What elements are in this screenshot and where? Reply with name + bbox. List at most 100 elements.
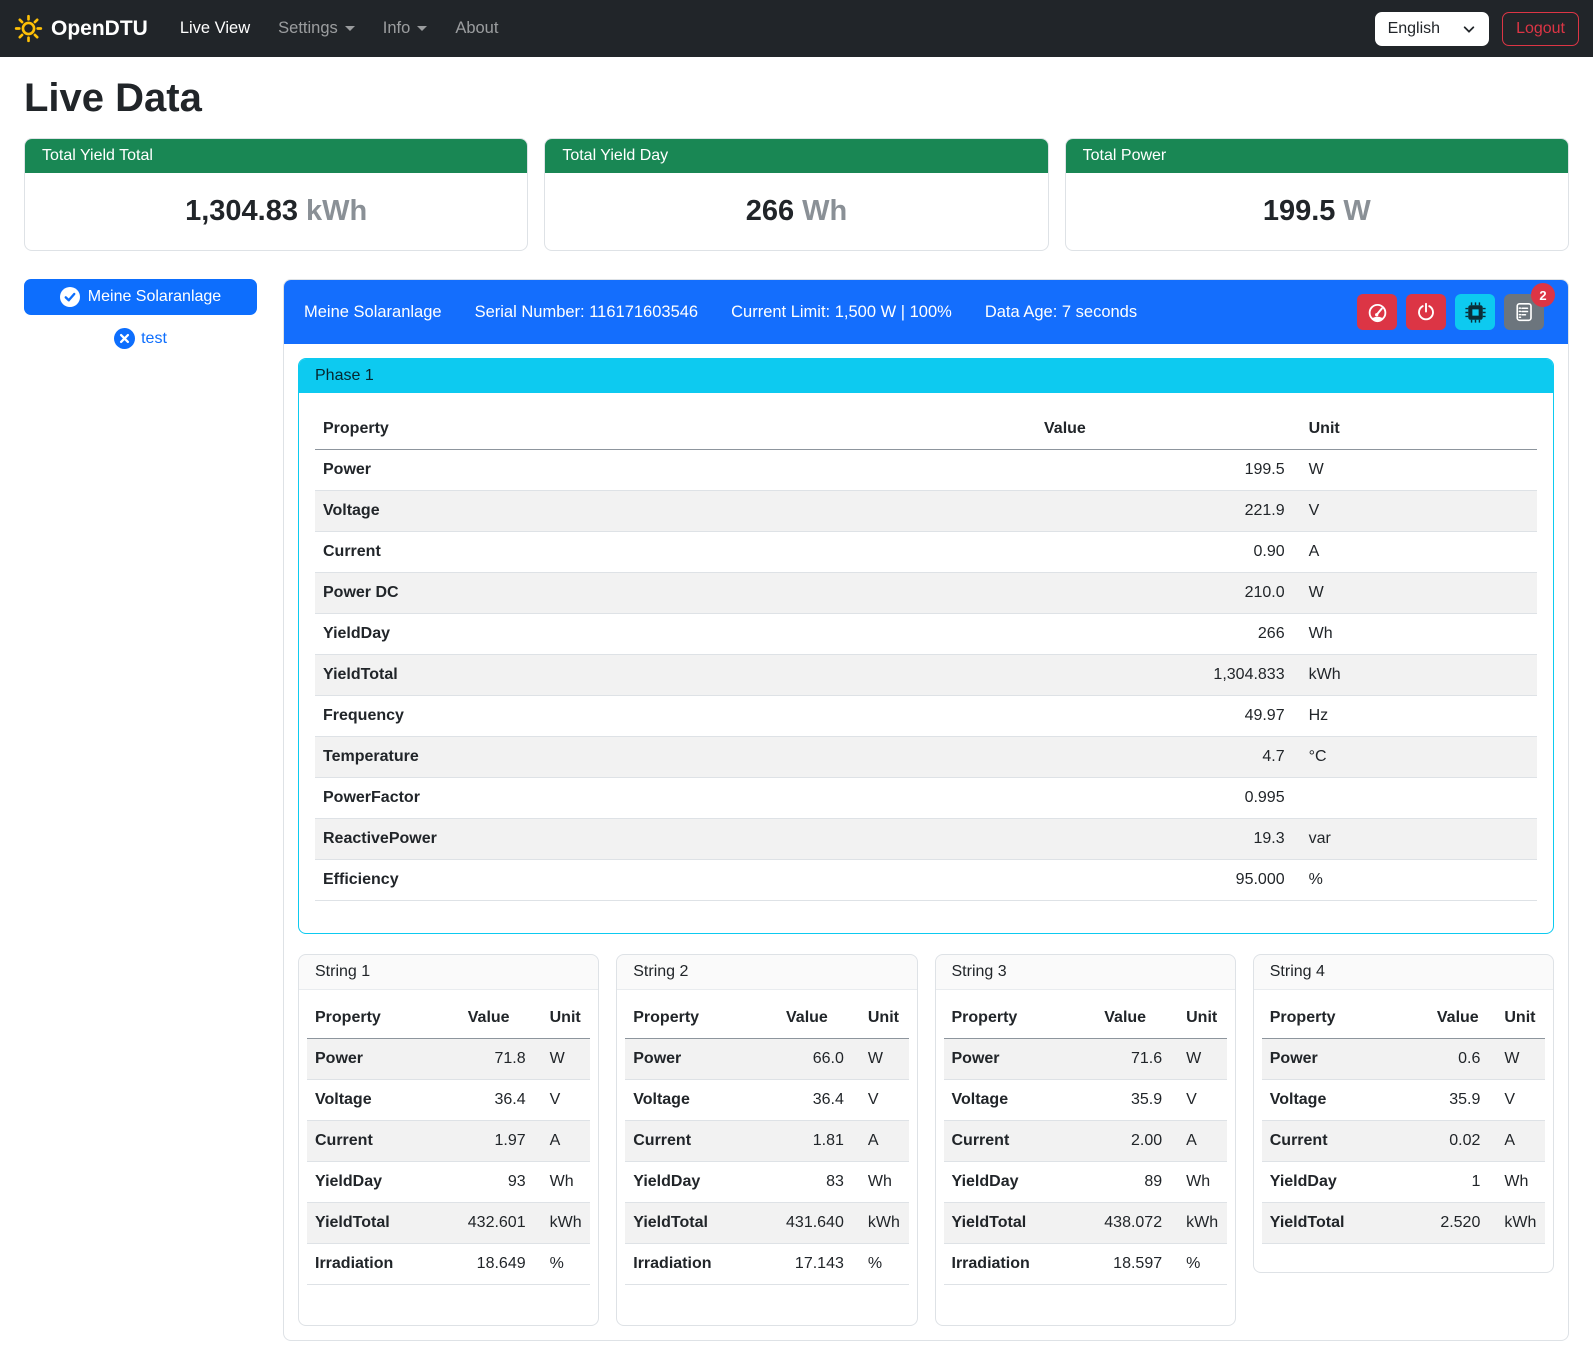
nav-item-settings-label: Settings xyxy=(278,19,338,38)
row-value: 83 xyxy=(778,1162,852,1203)
row-property: ReactivePower xyxy=(315,819,1036,860)
logout-button[interactable]: Logout xyxy=(1502,12,1579,46)
journal-icon xyxy=(1514,302,1534,322)
table-row: Irradiation 17.143 % xyxy=(625,1244,908,1285)
event-log-button[interactable]: 2 xyxy=(1504,294,1544,330)
row-value: 1,304.833 xyxy=(1036,655,1293,696)
row-value: 19.3 xyxy=(1036,819,1293,860)
phase-table: Property Value Unit Power xyxy=(315,409,1537,901)
summary-card-unit: kWh xyxy=(306,195,367,227)
column-unit: Unit xyxy=(852,998,909,1039)
table-header-row: Property Value Unit xyxy=(315,409,1537,450)
table-row: PowerFactor 0.995 xyxy=(315,778,1537,819)
power-button[interactable] xyxy=(1406,294,1446,330)
row-unit: V xyxy=(1293,491,1537,532)
nav-item-info[interactable]: Info xyxy=(369,11,442,46)
row-value: 49.97 xyxy=(1036,696,1293,737)
row-value: 1.81 xyxy=(778,1121,852,1162)
row-unit: Hz xyxy=(1293,696,1537,737)
brand[interactable]: OpenDTU xyxy=(14,14,148,43)
inverter-sidebar: Meine Solaranlage test xyxy=(24,279,257,349)
string-card-1: String 1 Property Value Unit xyxy=(298,954,599,1326)
language-select[interactable]: English xyxy=(1375,12,1489,46)
row-unit: % xyxy=(1293,860,1537,901)
row-unit: W xyxy=(852,1039,909,1080)
table-header-row: Property Value Unit xyxy=(1262,998,1545,1039)
summary-card-body: 1,304.83kWh xyxy=(25,173,527,250)
column-unit: Unit xyxy=(534,998,591,1039)
string-table: Property Value Unit xyxy=(1262,998,1545,1244)
row-property: Efficiency xyxy=(315,860,1036,901)
page: OpenDTU Live View Settings Info About En… xyxy=(0,0,1593,1359)
summary-card-value: 1,304.83 xyxy=(185,195,298,227)
device-info-button[interactable] xyxy=(1455,294,1495,330)
string-card-title: String 2 xyxy=(617,955,916,990)
summary-card-unit: W xyxy=(1343,195,1370,227)
column-unit: Unit xyxy=(1293,409,1537,450)
row-value: 71.8 xyxy=(460,1039,534,1080)
row-property: YieldDay xyxy=(307,1162,460,1203)
row-unit: Wh xyxy=(1488,1162,1545,1203)
row-value: 2.00 xyxy=(1096,1121,1170,1162)
nav-item-about[interactable]: About xyxy=(441,11,512,46)
row-property: Voltage xyxy=(625,1080,778,1121)
inverter-actions: 2 xyxy=(1357,294,1544,330)
summary-card: Total Power 199.5W xyxy=(1065,138,1569,251)
table-row: Voltage 221.9 V xyxy=(315,491,1537,532)
row-value: 4.7 xyxy=(1036,737,1293,778)
column-value: Value xyxy=(1096,998,1170,1039)
table-row: Current 1.81 A xyxy=(625,1121,908,1162)
row-unit: kWh xyxy=(534,1203,591,1244)
table-row: Power 71.8 W xyxy=(307,1039,590,1080)
row-unit: A xyxy=(852,1121,909,1162)
inverter-limit: Current Limit: 1,500 W | 100% xyxy=(731,303,952,322)
row-value: 18.597 xyxy=(1096,1244,1170,1285)
table-row: Voltage 36.4 V xyxy=(307,1080,590,1121)
row-property: Power xyxy=(944,1039,1097,1080)
column-property: Property xyxy=(944,998,1097,1039)
row-value: 266 xyxy=(1036,614,1293,655)
row-unit: V xyxy=(852,1080,909,1121)
table-row: Voltage 36.4 V xyxy=(625,1080,908,1121)
row-property: Voltage xyxy=(1262,1080,1429,1121)
row-unit: A xyxy=(534,1121,591,1162)
row-unit: kWh xyxy=(1488,1203,1545,1244)
limit-settings-button[interactable] xyxy=(1357,294,1397,330)
row-property: Current xyxy=(315,532,1036,573)
inverter-header: Meine Solaranlage Serial Number: 1161716… xyxy=(284,280,1568,344)
navbar: OpenDTU Live View Settings Info About En… xyxy=(0,0,1593,57)
gauge-icon xyxy=(1367,302,1388,323)
row-unit: A xyxy=(1293,532,1537,573)
navbar-right: English Logout xyxy=(1375,12,1579,46)
row-property: Power DC xyxy=(315,573,1036,614)
summary-card-body: 199.5W xyxy=(1066,173,1568,250)
row-value: 36.4 xyxy=(778,1080,852,1121)
table-row: YieldTotal 1,304.833 kWh xyxy=(315,655,1537,696)
chevron-down-icon xyxy=(417,26,427,31)
nav-item-settings[interactable]: Settings xyxy=(264,11,369,46)
nav-item-live-view[interactable]: Live View xyxy=(166,11,264,46)
row-unit: W xyxy=(534,1039,591,1080)
inverter-data-age: Data Age: 7 seconds xyxy=(985,303,1137,322)
table-row: ReactivePower 19.3 var xyxy=(315,819,1537,860)
row-unit: A xyxy=(1170,1121,1227,1162)
table-row: Irradiation 18.597 % xyxy=(944,1244,1227,1285)
sidebar-item-test[interactable]: test xyxy=(24,328,257,349)
table-row: YieldDay 266 Wh xyxy=(315,614,1537,655)
sidebar-item-label: test xyxy=(141,330,167,348)
row-value: 1.97 xyxy=(460,1121,534,1162)
inverter-name: Meine Solaranlage xyxy=(304,303,442,322)
row-unit: W xyxy=(1488,1039,1545,1080)
column-value: Value xyxy=(1036,409,1293,450)
row-unit: Wh xyxy=(1293,614,1537,655)
row-property: YieldTotal xyxy=(315,655,1036,696)
row-property: Frequency xyxy=(315,696,1036,737)
row-property: YieldDay xyxy=(944,1162,1097,1203)
row-property: Power xyxy=(315,450,1036,491)
row-property: Temperature xyxy=(315,737,1036,778)
column-value: Value xyxy=(1429,998,1488,1039)
sidebar-item-meine-solaranlage[interactable]: Meine Solaranlage xyxy=(24,279,257,315)
table-row: Power DC 210.0 W xyxy=(315,573,1537,614)
summary-card-body: 266Wh xyxy=(545,173,1047,250)
string-card-title: String 1 xyxy=(299,955,598,990)
